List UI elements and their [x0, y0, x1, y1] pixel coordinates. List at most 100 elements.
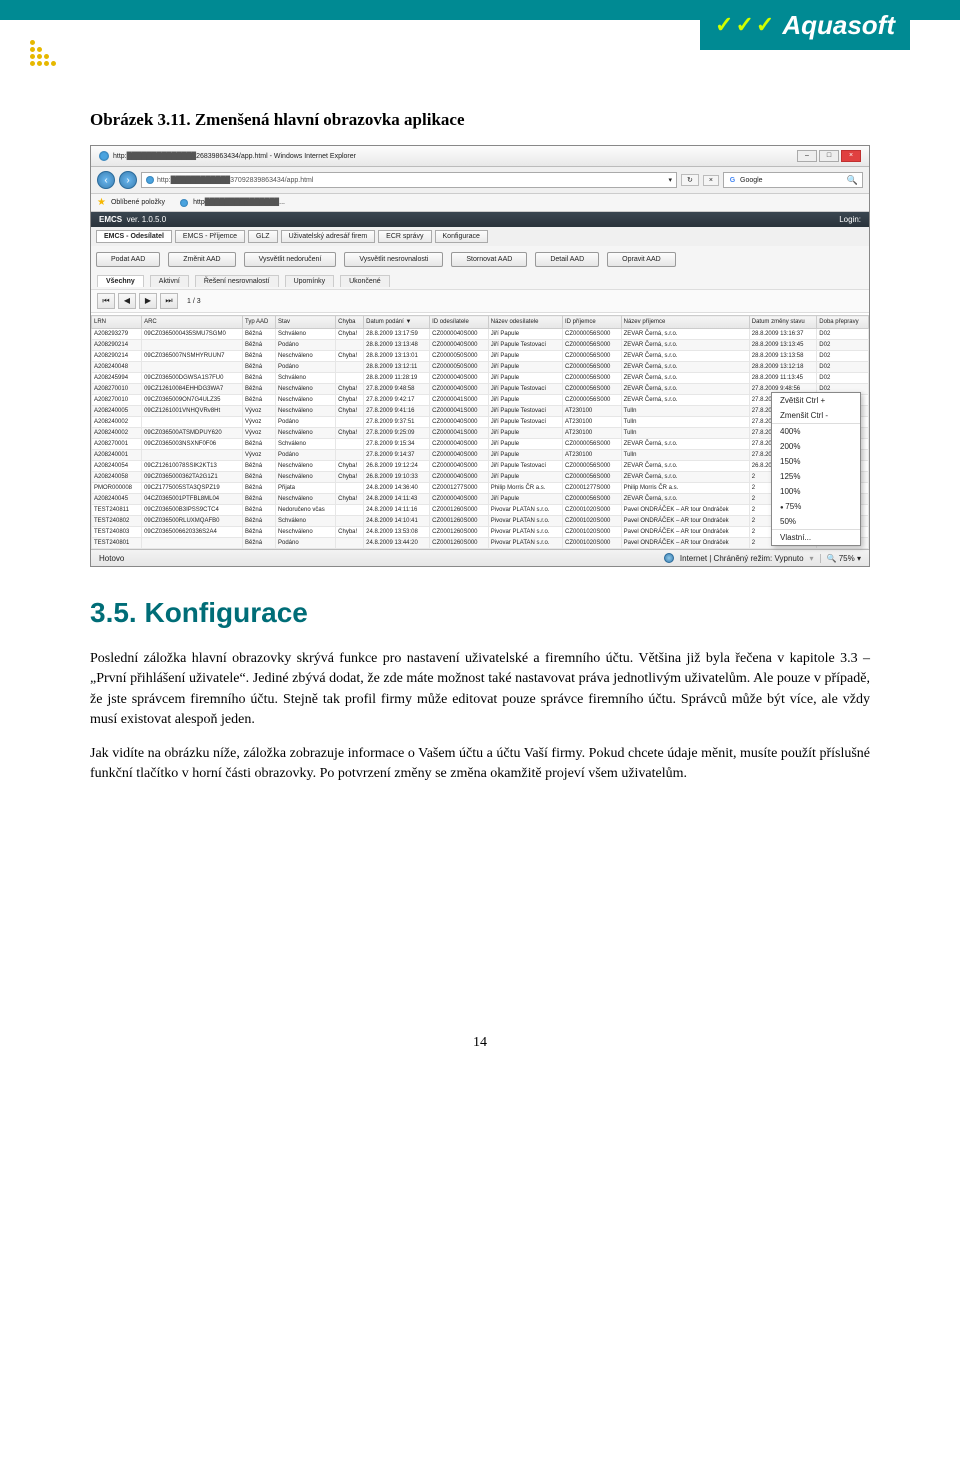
zoom-menu-item[interactable]: 50%: [772, 514, 860, 529]
filter-tabs: Všechny Aktivní Řešení nesrovnalostí Upomín…: [91, 273, 869, 289]
column-header[interactable]: Chyba: [336, 316, 364, 329]
table-row[interactable]: A208240002VývozPodáno27.8.2009 9:37:51CZ…: [92, 417, 869, 428]
main-tab[interactable]: Uživatelský adresář firem: [281, 230, 376, 243]
zoom-menu-item[interactable]: 200%: [772, 439, 860, 454]
minimize-button[interactable]: –: [797, 150, 817, 162]
column-header[interactable]: Název příjemce: [621, 316, 749, 329]
logo-text: Aquasoft: [782, 10, 895, 41]
maximize-button[interactable]: □: [819, 150, 839, 162]
action-button[interactable]: Vysvětlit nesrovnalosti: [344, 252, 443, 267]
zoom-menu-item[interactable]: 100%: [772, 484, 860, 499]
status-text: Hotovo: [99, 554, 124, 563]
table-row[interactable]: A208240001VývozPodáno27.8.2009 9:14:37CZ…: [92, 450, 869, 461]
zoom-menu-item[interactable]: Zvětšit Ctrl +: [772, 393, 860, 408]
zoom-indicator[interactable]: 🔍 75% ▾: [820, 554, 861, 563]
table-row[interactable]: A20824000509CZ1261001VNHQVRv8HtVývozNesc…: [92, 406, 869, 417]
paragraph: Jak vidíte na obrázku níže, záložka zobr…: [90, 744, 870, 785]
zoom-menu-item[interactable]: Zmenšit Ctrl -: [772, 408, 860, 423]
column-header[interactable]: Stav: [276, 316, 336, 329]
logo: ✓✓✓ Aquasoft: [700, 0, 910, 50]
main-tabs: EMCS - OdesílatelEMCS - PříjemceGLZUživa…: [91, 227, 869, 246]
close-button[interactable]: ×: [841, 150, 861, 162]
pager-label: 1 / 3: [181, 298, 207, 305]
ie-icon: [99, 151, 109, 161]
search-icon[interactable]: 🔍: [847, 175, 858, 186]
window-title: http:██████████████26839863434/app.html …: [113, 153, 356, 160]
table-row[interactable]: A20827001009CZ0365009ON7G4ULZ35BěžnáNesc…: [92, 395, 869, 406]
main-tab[interactable]: Konfigurace: [435, 230, 488, 243]
window-titlebar: http:██████████████26839863434/app.html …: [91, 146, 869, 167]
column-header[interactable]: ID odesílatele: [430, 316, 489, 329]
filter-tab[interactable]: Ukončené: [340, 275, 390, 287]
app-name: EMCS: [99, 215, 122, 224]
globe-icon: [664, 553, 674, 563]
favorites-bar: ★ Oblíbené položky http███████████████..…: [91, 194, 869, 212]
column-header[interactable]: Typ AAD: [243, 316, 276, 329]
table-row[interactable]: A20827000109CZ0365003NSXNF0F06BěžnáSchvá…: [92, 439, 869, 450]
table-row[interactable]: A208240048BěžnáPodáno28.8.2009 13:12:11C…: [92, 362, 869, 373]
zoom-menu-item[interactable]: Vlastní...: [772, 529, 860, 545]
column-header[interactable]: Název odesílatele: [488, 316, 562, 329]
logo-checks-icon: ✓✓✓: [715, 12, 774, 38]
search-provider-label: Google: [740, 177, 763, 184]
address-bar[interactable]: http:████████████37092839863434/app.html…: [141, 172, 677, 188]
filter-tab[interactable]: Aktivní: [150, 275, 189, 287]
table-row[interactable]: TEST24081109CZ036500B3IPSS9CTC4BěžnáNedo…: [92, 505, 869, 516]
zoom-menu-item[interactable]: 125%: [772, 469, 860, 484]
table-row[interactable]: A20824004504CZ0365001PTFBL8ML04BěžnáNesc…: [92, 494, 869, 505]
main-tab[interactable]: EMCS - Příjemce: [175, 230, 245, 243]
zoom-menu-item[interactable]: 75%: [772, 499, 860, 514]
feed-icon[interactable]: ▾: [810, 554, 814, 563]
zoom-menu-item[interactable]: 400%: [772, 423, 860, 439]
favorites-label: Oblíbené položky: [111, 199, 165, 206]
table-row[interactable]: A208290214BěžnáPodáno28.8.2009 13:13:48C…: [92, 340, 869, 351]
action-button[interactable]: Podat AAD: [96, 252, 160, 267]
action-button[interactable]: Stornovat AAD: [451, 252, 527, 267]
table-row[interactable]: A20824005809CZ0365000362TA2G1Z1BěžnáNesc…: [92, 472, 869, 483]
action-button[interactable]: Detail AAD: [535, 252, 599, 267]
table-row[interactable]: A20824599409CZ036500DGWSA1S7FU0BěžnáSchv…: [92, 373, 869, 384]
action-toolbar: Podat AAD Změnit AAD Vysvětlit nedoručení V…: [91, 246, 869, 273]
action-button[interactable]: Vysvětlit nedoručení: [244, 252, 337, 267]
zoom-context-menu: Zvětšit Ctrl +Zmenšit Ctrl -400%200%150%…: [771, 392, 861, 546]
zoom-menu-item[interactable]: 150%: [772, 454, 860, 469]
pager-next[interactable]: ▶: [139, 293, 157, 309]
filter-tab[interactable]: Řešení nesrovnalostí: [195, 275, 279, 287]
pager-prev[interactable]: ◀: [118, 293, 136, 309]
column-header[interactable]: ARC: [142, 316, 243, 329]
stop-button[interactable]: ×: [703, 175, 719, 186]
pager-last[interactable]: ⏭: [160, 293, 178, 309]
table-row[interactable]: A20829327909CZ0365000435SMU7SGM0BěžnáSch…: [92, 329, 869, 340]
column-header[interactable]: ID příjemce: [563, 316, 622, 329]
pager-first[interactable]: ⏮: [97, 293, 115, 309]
table-row[interactable]: TEST24080209CZ036500RLUXMQAFB0BěžnáSchvá…: [92, 516, 869, 527]
pager: ⏮ ◀ ▶ ⏭ 1 / 3: [91, 289, 869, 313]
table-row[interactable]: A20829021409CZ0365007NSMHYRUUN7BěžnáNesc…: [92, 351, 869, 362]
back-button[interactable]: ‹: [97, 171, 115, 189]
filter-tab[interactable]: Upomínky: [285, 275, 335, 287]
main-tab[interactable]: GLZ: [248, 230, 278, 243]
table-row[interactable]: TEST240801BěžnáPodáno24.8.2009 13:44:20C…: [92, 538, 869, 549]
main-tab[interactable]: ECR správy: [378, 230, 431, 243]
table-row[interactable]: A20827001009CZ12610084EHHDG3WA7BěžnáNesc…: [92, 384, 869, 395]
table-row[interactable]: PMOR00000809CZ1775005STA3QSPZ19BěžnáPřij…: [92, 483, 869, 494]
column-header[interactable]: Doba přepravy: [817, 316, 869, 329]
action-button[interactable]: Změnit AAD: [168, 252, 235, 267]
star-icon[interactable]: ★: [97, 197, 106, 208]
refresh-button[interactable]: ↻: [681, 174, 699, 186]
table-row[interactable]: A20824000209CZ036500ATSMDPUY620VývozNesc…: [92, 428, 869, 439]
search-box[interactable]: G Google 🔍: [723, 172, 863, 188]
table-row[interactable]: A20824005409CZ12610078SSIK2KT13BěžnáNesc…: [92, 461, 869, 472]
table-row[interactable]: TEST24080309CZ0365006620336S2A4BěžnáNesc…: [92, 527, 869, 538]
tab-label[interactable]: http███████████████...: [193, 199, 285, 206]
forward-button[interactable]: ›: [119, 171, 137, 189]
column-header[interactable]: Datum podání ▼: [364, 316, 430, 329]
filter-tab[interactable]: Všechny: [97, 275, 144, 287]
paragraph: Poslední záložka hlavní obrazovky skrývá…: [90, 649, 870, 730]
browser-nav: ‹ › http:████████████37092839863434/app.…: [91, 167, 869, 194]
column-header[interactable]: LRN: [92, 316, 142, 329]
column-header[interactable]: Datum změny stavu: [749, 316, 817, 329]
main-tab[interactable]: EMCS - Odesílatel: [96, 230, 172, 243]
action-button[interactable]: Opravit AAD: [607, 252, 676, 267]
app-titlebar: EMCS ver. 1.0.5.0 Login:: [91, 212, 869, 227]
